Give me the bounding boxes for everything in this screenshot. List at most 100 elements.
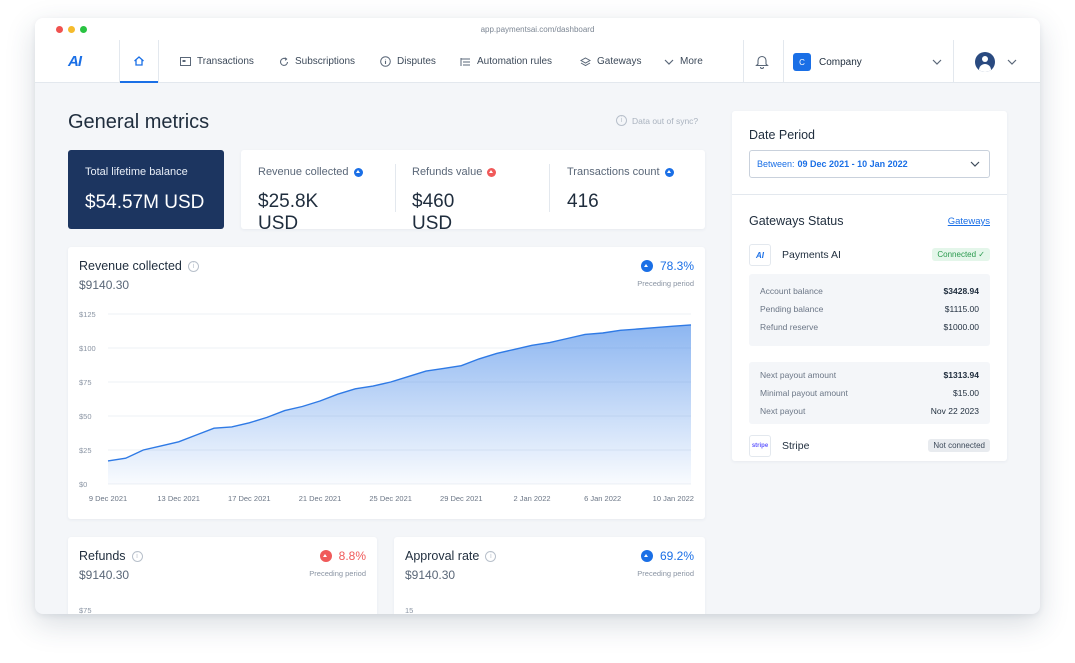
revenue-value: $25.8K USD [258, 191, 319, 234]
arrow-up-icon [640, 550, 653, 562]
revenue-area-chart[interactable]: $0 $25 $50 $75 $100 $125 9 Dec 2021 13 Dec 2021… [68, 247, 705, 519]
next-payout-amount-row: Next payout amount $1313.94 [760, 370, 979, 380]
metrics-summary-card: Revenue collected $25.8K USD Refunds val… [241, 150, 705, 234]
nav-item-label: Disputes [397, 56, 436, 67]
y-axis-tick: $100 [79, 344, 96, 353]
revenue-label: Revenue collected [258, 166, 349, 178]
balance-label: Total lifetime balance [85, 166, 188, 178]
rules-icon [460, 57, 470, 66]
company-selector[interactable]: C Company [793, 53, 862, 71]
gateway-row-stripe[interactable]: stripe Stripe Not connected [749, 435, 990, 457]
data-point [350, 384, 360, 394]
nav-item-disputes[interactable]: Disputes [380, 40, 436, 83]
nav-divider [158, 40, 159, 83]
data-point [474, 354, 484, 364]
browser-titlebar: app.paymentsai.com/dashboard [35, 18, 1040, 40]
data-point [174, 437, 184, 447]
date-period-range: 09 Dec 2021 - 10 Jan 2022 [797, 159, 908, 169]
nav-item-gateways[interactable]: Gateways [580, 40, 641, 83]
date-period-select[interactable]: Between: 09 Dec 2021 - 10 Jan 2022 [749, 150, 990, 178]
x-axis-tick: 9 Dec 2021 [89, 494, 127, 503]
change-caption: Preceding period [309, 569, 366, 578]
home-tab[interactable] [120, 40, 158, 83]
data-point [456, 361, 466, 371]
company-badge: C [793, 53, 811, 71]
x-axis-tick: 10 Jan 2022 [653, 494, 694, 503]
gateways-link[interactable]: Gateways [948, 216, 990, 227]
y-axis-tick: $75 [79, 606, 92, 614]
data-point [651, 323, 661, 333]
nav-item-automation-rules[interactable]: Automation rules [460, 40, 552, 83]
divider [395, 164, 396, 212]
nav-item-label: More [680, 56, 703, 67]
nav-item-label: Subscriptions [295, 56, 356, 67]
nav-item-more[interactable]: More [664, 40, 703, 83]
refunds-card-title: Refunds [79, 549, 126, 563]
bell-icon[interactable] [755, 54, 769, 69]
refunds-value: $460 USD [412, 191, 455, 234]
data-point [244, 418, 254, 428]
data-point [103, 456, 113, 466]
nav-item-transactions[interactable]: Transactions [180, 40, 254, 83]
company-name: Company [819, 56, 862, 68]
info-icon[interactable]: i [485, 550, 497, 562]
refunds-change: 8.8% [319, 549, 366, 563]
balance-details: Account balance $3428.94 Pending balance $… [749, 274, 990, 346]
detail-label: Pending balance [760, 304, 824, 314]
revenue-chart-card: Revenue collected i $9140.30 78.3% Preced… [68, 247, 705, 519]
app-logo[interactable]: AI [68, 53, 82, 70]
data-point [227, 422, 237, 432]
gateway-name: Payments AI [782, 249, 841, 261]
refresh-icon [279, 56, 289, 66]
total-balance-card: Total lifetime balance $54.57M USD [68, 150, 224, 229]
chevron-down-icon[interactable] [932, 59, 942, 65]
detail-label: Minimal payout amount [760, 388, 848, 398]
layers-icon [580, 56, 591, 66]
change-caption: Preceding period [637, 569, 694, 578]
y-axis-tick: $25 [79, 446, 92, 455]
x-axis-tick: 13 Dec 2021 [157, 494, 200, 503]
nav-item-label: Transactions [197, 56, 254, 67]
pending-balance-row: Pending balance $1115.00 [760, 304, 979, 314]
address-bar[interactable]: app.paymentsai.com/dashboard [35, 25, 1040, 34]
data-point [262, 412, 272, 422]
gateway-row-payments-ai[interactable]: AI Payments AI Connected ✓ [749, 244, 990, 266]
data-point [492, 348, 502, 358]
y-axis-tick: $0 [79, 480, 87, 489]
data-sync-link[interactable]: i Data out of sync? [616, 115, 698, 126]
data-point [633, 324, 643, 334]
nav-item-label: Gateways [597, 56, 642, 67]
y-axis-tick: $125 [79, 310, 96, 319]
data-point [156, 441, 166, 451]
x-axis-tick: 6 Jan 2022 [584, 494, 621, 503]
refunds-card-value: $9140.30 [79, 568, 130, 582]
detail-value: $1313.94 [943, 370, 979, 380]
transactions-value: 416 [567, 191, 599, 212]
divider [732, 194, 1007, 195]
data-point [209, 423, 219, 433]
data-point [121, 453, 131, 463]
approval-card-value: $9140.30 [405, 568, 456, 582]
data-point [509, 344, 519, 354]
sync-note: Data out of sync? [632, 115, 699, 126]
data-point [686, 320, 696, 330]
nav-item-subscriptions[interactable]: Subscriptions [279, 40, 355, 83]
minimal-payout-row: Minimal payout amount $15.00 [760, 388, 979, 398]
nav-divider [783, 40, 784, 83]
y-axis-tick: $50 [79, 412, 92, 421]
approval-change: 69.2% [640, 549, 694, 563]
detail-value: $15.00 [953, 388, 979, 398]
data-point [615, 325, 625, 335]
info-icon[interactable]: i [131, 550, 143, 562]
detail-value: $1000.00 [943, 322, 979, 332]
payments-ai-logo: AI [749, 244, 771, 266]
chevron-down-icon[interactable] [1007, 59, 1017, 65]
divider [549, 164, 550, 212]
stripe-logo: stripe [749, 435, 771, 457]
data-point [527, 340, 537, 350]
avatar[interactable] [975, 52, 995, 72]
arrow-up-icon [319, 550, 332, 562]
refunds-card: Refunds i $9140.30 8.8% Preceding period … [68, 537, 377, 614]
balance-value: $54.57M USD [85, 192, 205, 213]
arrow-up-icon [353, 167, 363, 177]
